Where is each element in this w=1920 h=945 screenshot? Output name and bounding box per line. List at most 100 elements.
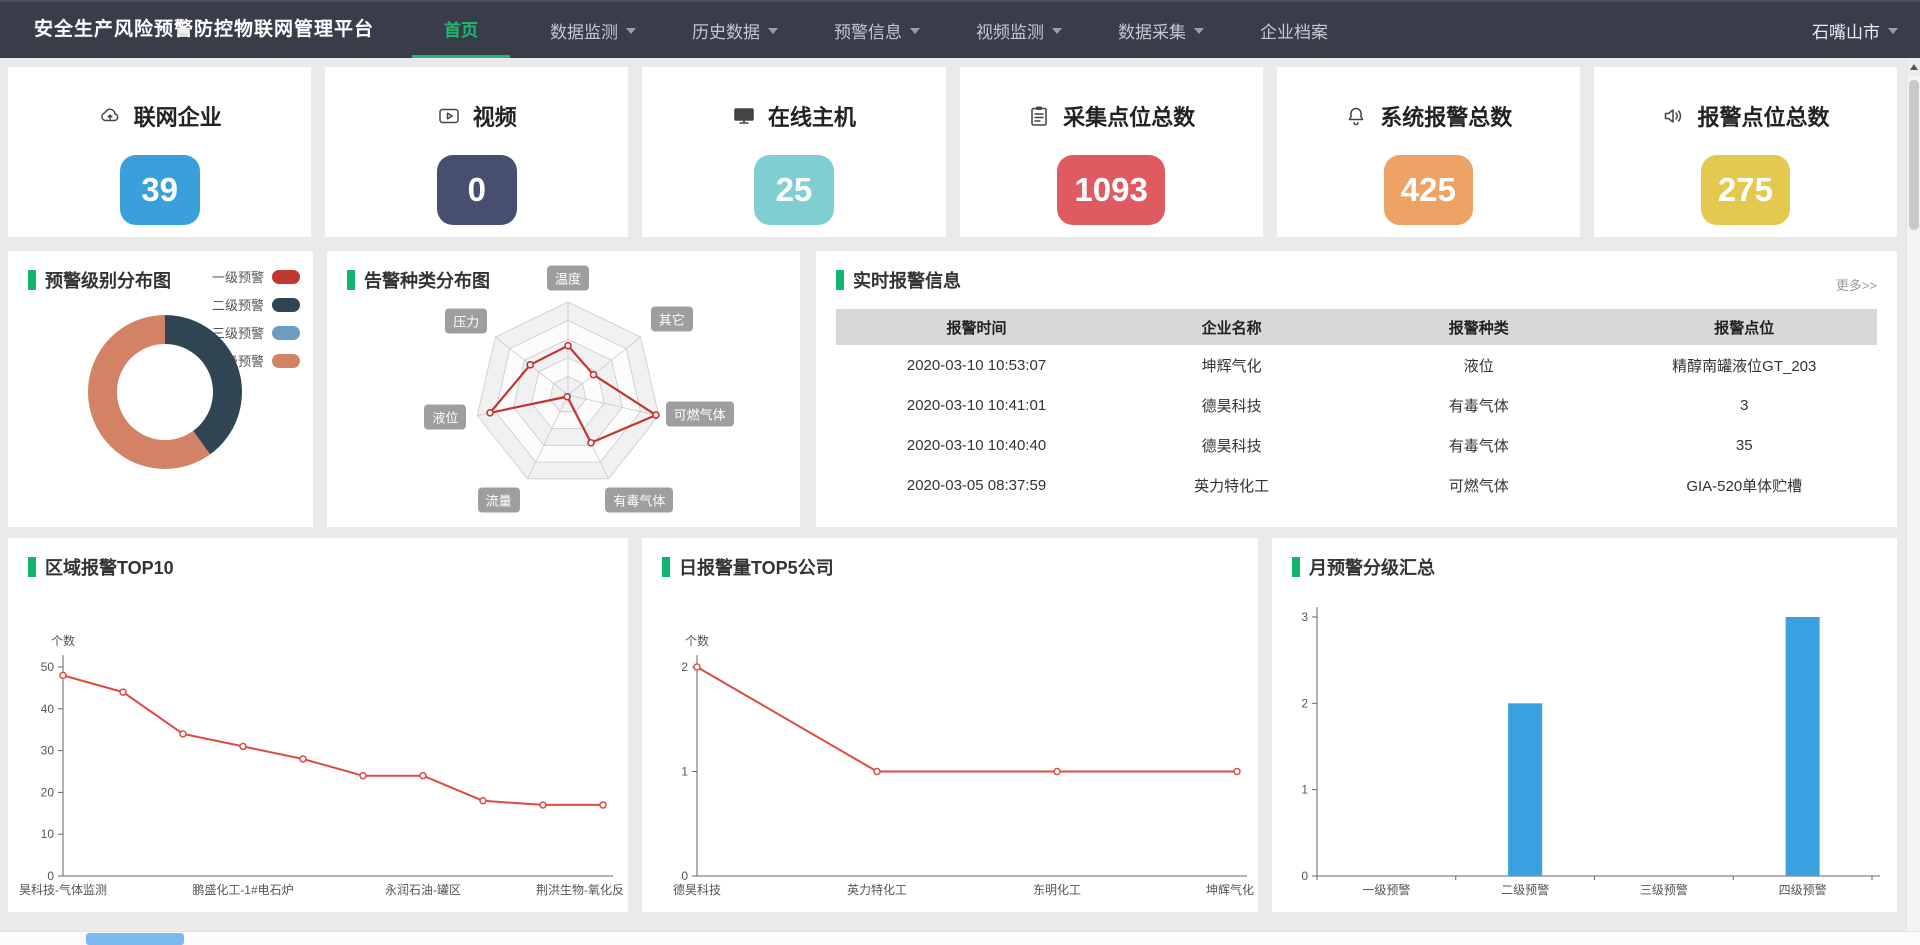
svg-text:10: 10 xyxy=(41,827,55,841)
legend-label: 二级预警 xyxy=(212,295,264,314)
legend-item-三级预警[interactable]: 三级预警 xyxy=(212,323,300,342)
nav-item-视频监测[interactable]: 视频监测 xyxy=(960,2,1078,58)
legend-item-一级预警[interactable]: 一级预警 xyxy=(212,267,300,286)
stat-card-在线主机: 在线主机25 xyxy=(642,67,945,237)
table-row[interactable]: 2020-03-05 08:37:59英力特化工可燃气体GIA-520单体贮槽 xyxy=(836,465,1877,505)
nav-item-数据监测[interactable]: 数据监测 xyxy=(534,2,652,58)
nav-item-首页[interactable]: 首页 xyxy=(412,2,510,58)
stat-card-head: 报警点位总数 xyxy=(1661,101,1829,131)
radar-axis-label-可燃气体: 可燃气体 xyxy=(666,401,734,426)
svg-text:一级预警: 一级预警 xyxy=(1362,882,1410,897)
nav-item-历史数据[interactable]: 历史数据 xyxy=(676,2,794,58)
legend-label: 一级预警 xyxy=(212,267,264,286)
radar-axis-label-有毒气体: 有毒气体 xyxy=(605,487,673,512)
nav-item-数据采集[interactable]: 数据采集 xyxy=(1102,2,1220,58)
table-row[interactable]: 2020-03-10 10:40:40德昊科技有毒气体35 xyxy=(836,425,1877,465)
table-cell: 德昊科技 xyxy=(1117,435,1346,456)
region-selector[interactable]: 石嘴山市 xyxy=(1812,2,1898,58)
svg-text:40: 40 xyxy=(41,702,55,716)
realtime-alarm-table: 报警时间企业名称报警种类报警点位2020-03-10 10:53:07坤辉气化液… xyxy=(836,309,1877,505)
svg-text:三级预警: 三级预警 xyxy=(1640,882,1688,897)
stat-card-报警点位总数: 报警点位总数 275 xyxy=(1594,67,1897,237)
svg-text:0: 0 xyxy=(681,869,688,883)
table-header-报警种类: 报警种类 xyxy=(1346,317,1611,338)
table-cell: 2020-03-05 08:37:59 xyxy=(836,477,1117,494)
svg-text:德昊科技: 德昊科技 xyxy=(673,882,721,897)
nav-item-预警信息[interactable]: 预警信息 xyxy=(818,2,936,58)
table-cell: 35 xyxy=(1612,437,1877,454)
nav-item-label: 首页 xyxy=(444,16,478,41)
svg-text:昊科技-气体监测: 昊科技-气体监测 xyxy=(19,882,107,897)
stat-card-视频: 视频0 xyxy=(325,67,628,237)
legend-swatch xyxy=(272,354,300,368)
app-title: 安全生产风险预警防控物联网管理平台 xyxy=(34,2,374,58)
table-cell: GIA-520单体贮槽 xyxy=(1612,475,1877,496)
stat-card-系统报警总数: 系统报警总数425 xyxy=(1277,67,1580,237)
title-accent-bar xyxy=(836,270,844,290)
bell-icon xyxy=(1344,104,1368,128)
horizontal-scrollbar[interactable] xyxy=(0,931,1920,945)
stat-card-value: 275 xyxy=(1701,155,1790,225)
nav-item-label: 预警信息 xyxy=(834,18,902,43)
title-accent-bar xyxy=(28,270,36,290)
donut-hole xyxy=(117,344,213,440)
chevron-down-icon xyxy=(1052,28,1062,39)
table-cell: 有毒气体 xyxy=(1346,395,1611,416)
stat-card-采集点位总数: 采集点位总数1093 xyxy=(960,67,1263,237)
stat-card-head: 视频 xyxy=(437,101,517,131)
table-row[interactable]: 2020-03-10 10:41:01德昊科技有毒气体3 xyxy=(836,385,1877,425)
chevron-down-icon xyxy=(1194,28,1204,39)
arrow-up-icon xyxy=(1910,60,1918,70)
chevron-down-icon xyxy=(910,28,920,39)
svg-text:3: 3 xyxy=(1301,610,1308,624)
svg-text:20: 20 xyxy=(41,785,55,799)
table-cell: 可燃气体 xyxy=(1346,475,1611,496)
nav-item-企业档案[interactable]: 企业档案 xyxy=(1244,2,1344,58)
scroll-up-button[interactable] xyxy=(1907,58,1920,76)
svg-text:东明化工: 东明化工 xyxy=(1033,883,1081,897)
vertical-scrollbar-thumb[interactable] xyxy=(1909,80,1919,230)
table-row[interactable]: 2020-03-10 10:53:07坤辉气化液位精醇南罐液位GT_203 xyxy=(836,345,1877,385)
table-cell: 有毒气体 xyxy=(1346,435,1611,456)
panel-alarm-type-distribution: 告警种类分布图 温度其它可燃气体有毒气体流量液位压力 xyxy=(327,251,800,527)
stat-cards-row: 联网企业39视频0在线主机25采集点位总数1093系统报警总数425报警点位总数… xyxy=(8,67,1897,237)
table-cell: 2020-03-10 10:53:07 xyxy=(836,357,1117,374)
nav-item-label: 企业档案 xyxy=(1260,18,1328,43)
svg-text:0: 0 xyxy=(1301,869,1308,883)
stat-card-label: 视频 xyxy=(473,100,517,132)
monitor-icon xyxy=(732,104,756,128)
table-header-企业名称: 企业名称 xyxy=(1117,317,1346,338)
panel-realtime-alarms: 实时报警信息 更多>> 报警时间企业名称报警种类报警点位2020-03-10 1… xyxy=(816,251,1897,527)
horizontal-scrollbar-thumb[interactable] xyxy=(86,933,184,945)
svg-text:50: 50 xyxy=(41,660,55,674)
radar-axis-label-其它: 其它 xyxy=(651,307,693,332)
panel-title: 预警级别分布图 xyxy=(45,267,171,293)
stat-card-head: 在线主机 xyxy=(732,101,856,131)
svg-text:荆洪生物-氧化反: 荆洪生物-氧化反 xyxy=(536,883,624,897)
table-cell: 德昊科技 xyxy=(1117,395,1346,416)
nav-menu: 首页 数据监测历史数据 预警信息 视频监测数据采集 企业档案 xyxy=(412,2,1344,58)
radar-axis-label-流量: 流量 xyxy=(478,487,520,512)
vertical-scrollbar[interactable] xyxy=(1906,58,1920,945)
more-link[interactable]: 更多>> xyxy=(1836,275,1877,294)
panel-warn-level-distribution: 预警级别分布图 一级预警二级预警三级预警四级预警 xyxy=(8,251,313,527)
cloud-icon xyxy=(98,104,122,128)
chevron-down-icon xyxy=(1888,28,1898,39)
speaker-icon xyxy=(1661,104,1685,128)
stat-card-value: 39 xyxy=(120,155,200,225)
svg-text:英力特化工: 英力特化工 xyxy=(847,882,907,897)
legend-swatch xyxy=(272,326,300,340)
stat-card-label: 在线主机 xyxy=(768,100,856,132)
chevron-down-icon xyxy=(768,28,778,39)
stat-card-label: 采集点位总数 xyxy=(1063,100,1195,132)
line-chart: 01020304050个数昊科技-气体监测鹏盛化工-1#电石炉永润石油-罐区荆洪… xyxy=(8,538,628,912)
legend-item-二级预警[interactable]: 二级预警 xyxy=(212,295,300,314)
svg-text:30: 30 xyxy=(41,744,55,758)
bar-chart: 0123一级预警二级预警三级预警四级预警 xyxy=(1272,538,1897,912)
stat-card-label: 报警点位总数 xyxy=(1697,100,1829,132)
table-cell: 2020-03-10 10:41:01 xyxy=(836,397,1117,414)
panel-daily-alarm-top5: 日报警量TOP5公司 012个数德昊科技英力特化工东明化工坤辉气化 xyxy=(642,538,1258,912)
svg-text:永润石油-罐区: 永润石油-罐区 xyxy=(385,883,461,897)
svg-text:1: 1 xyxy=(681,765,688,779)
region-label: 石嘴山市 xyxy=(1812,18,1880,43)
